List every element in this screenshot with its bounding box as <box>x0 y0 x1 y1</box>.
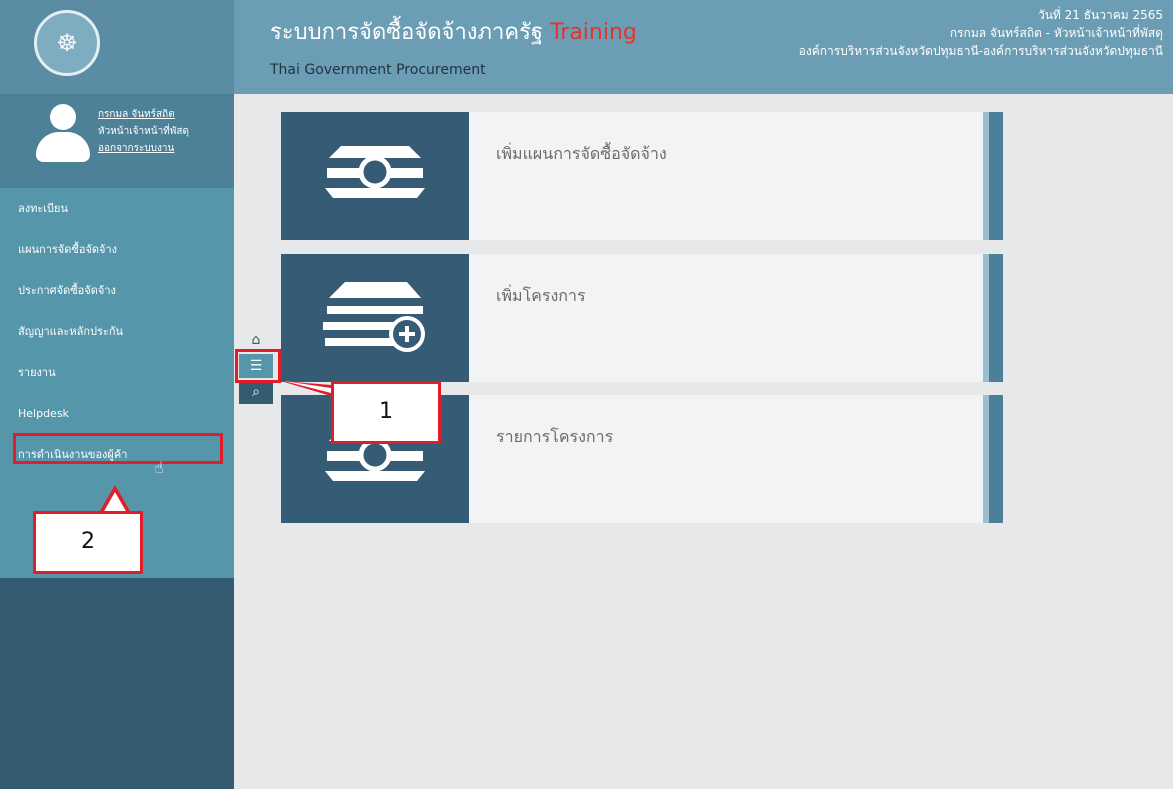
sidebar-item-register[interactable]: ลงทะเบียน <box>0 188 234 229</box>
card-edge <box>983 112 1003 240</box>
search-icon[interactable]: ⌕ <box>239 380 273 404</box>
card-label: เพิ่มโครงการ <box>496 286 586 305</box>
sidebar-item-procurement-announcement[interactable]: ประกาศจัดซื้อจัดจ้าง <box>0 270 234 311</box>
callout-2: 2 <box>33 511 143 574</box>
app-title: ระบบการจัดซื้อจัดจ้างภาครัฐ Training <box>270 20 637 45</box>
header-date: วันที่ 21 ธันวาคม 2565 <box>1037 8 1163 22</box>
plan-tile <box>281 112 469 240</box>
logout-link[interactable]: ออกจากระบบงาน <box>98 143 174 154</box>
callout-1: 1 <box>331 381 441 444</box>
search-list-icon <box>325 146 425 198</box>
project-tile <box>281 254 469 382</box>
training-label: Training <box>550 20 637 45</box>
card-label: เพิ่มแผนการจัดซื้อจัดจ้าง <box>496 144 667 163</box>
header-user: กรกมล จันทร์สถิต - หัวหน้าเจ้าหน้าที่พัส… <box>949 26 1163 40</box>
card-label: รายการโครงการ <box>496 427 614 446</box>
vendor-operations-highlight <box>13 433 223 464</box>
user-name-link[interactable]: กรกมล จันทร์สถิต <box>98 109 175 120</box>
sidebar-item-contract[interactable]: สัญญาและหลักประกัน <box>0 311 234 352</box>
sidebar: กรกมล จันทร์สถิต หัวหน้าเจ้าหน้าที่พัสดุ… <box>0 94 234 789</box>
card-edge <box>983 254 1003 382</box>
card-edge <box>983 395 1003 523</box>
user-panel: กรกมล จันทร์สถิต หัวหน้าเจ้าหน้าที่พัสดุ… <box>0 94 234 188</box>
card-add-plan[interactable]: เพิ่มแผนการจัดซื้อจัดจ้าง <box>281 112 1003 240</box>
card-add-project[interactable]: เพิ่มโครงการ <box>281 254 1003 382</box>
user-role: หัวหน้าเจ้าหน้าที่พัสดุ <box>98 126 189 137</box>
menu-icon-highlight <box>235 349 281 383</box>
app-subtitle: Thai Government Procurement <box>270 62 486 78</box>
sidebar-item-procurement-plan[interactable]: แผนการจัดซื้อจัดจ้าง <box>0 229 234 270</box>
app-header: ☸ ระบบการจัดซื้อจัดจ้างภาครัฐ Training T… <box>0 0 1173 94</box>
sidebar-item-report[interactable]: รายงาน <box>0 352 234 393</box>
sidebar-item-helpdesk[interactable]: Helpdesk <box>0 393 234 434</box>
header-user-info: วันที่ 21 ธันวาคม 2565 กรกมล จันทร์สถิต … <box>799 6 1163 60</box>
logo-area: ☸ <box>0 0 234 94</box>
header-org: องค์การบริหารส่วนจังหวัดปทุมธานี-องค์การ… <box>798 44 1163 58</box>
garuda-logo: ☸ <box>34 10 100 76</box>
avatar <box>36 104 90 162</box>
add-list-icon <box>323 282 425 352</box>
hand-cursor-icon: ☝ <box>154 458 164 477</box>
